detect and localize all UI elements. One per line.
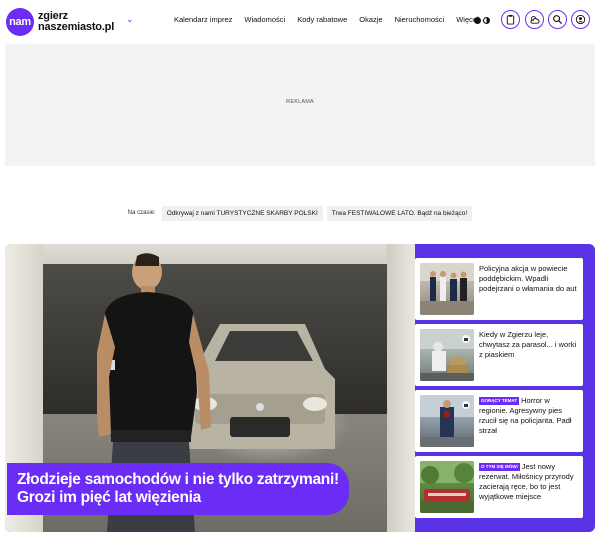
side-article-title: Policyjna akcja w powiecie poddębickim. …	[479, 264, 579, 294]
side-article-title: GORĄCY TEMAT Horror w regionie. Agresywny…	[479, 396, 579, 436]
side-article-card[interactable]: Policyjna akcja w powiecie poddębickim. …	[415, 258, 583, 320]
nav-item-wiadomosci[interactable]: Wiadomości	[244, 15, 285, 24]
side-articles: Policyjna akcja w powiecie poddębickim. …	[415, 258, 583, 518]
nav-item-nieruchomosci[interactable]: Nieruchomości	[395, 15, 445, 24]
logo-badge: nam	[6, 8, 34, 36]
featured-article-title-box[interactable]: Złodzieje samochodów i nie tylko zatrzym…	[7, 463, 349, 515]
ad-label: REKLAMA	[286, 99, 314, 105]
city-switch-chevron-icon[interactable]: ⌄	[126, 14, 134, 25]
trending-bar: Na czasie: Odkrywaj z nami TURYSTYCZNE S…	[0, 205, 600, 221]
nature-reserve-image	[420, 461, 474, 513]
clipboard-button[interactable]	[501, 10, 520, 29]
theme-toggle-icon[interactable]	[474, 13, 494, 27]
user-account-button[interactable]	[571, 10, 590, 29]
nav-item-kody[interactable]: Kody rabatowe	[297, 15, 347, 24]
side-article-title: Kiedy w Zgierzu leje, chwytasz za paraso…	[479, 330, 579, 360]
ad-slot: REKLAMA	[5, 44, 595, 166]
logo-text: zgierz naszemiasto.pl	[38, 11, 114, 33]
side-article-text: Kiedy w Zgierzu leje, chwytasz za paraso…	[479, 330, 577, 359]
side-article-thumbnail	[420, 395, 474, 447]
sandbags-image	[420, 329, 474, 381]
logo-domain: naszemiasto.pl	[38, 21, 115, 33]
nav-item-kalendarz[interactable]: Kalendarz imprez	[174, 15, 232, 24]
search-icon	[553, 15, 563, 25]
user-icon	[575, 14, 586, 25]
weather-icon	[530, 16, 540, 24]
search-button[interactable]	[548, 10, 567, 29]
trending-chip-festiwalowe[interactable]: Trwa FESTIWALOWE LATO. Bądź na bieżąco!	[326, 205, 473, 221]
trending-label: Na czasie:	[127, 210, 156, 216]
weather-button[interactable]	[525, 10, 544, 29]
site-header: nam zgierz naszemiasto.pl ⌄ Kalendarz im…	[0, 0, 600, 44]
side-article-card[interactable]: Kiedy w Zgierzu leje, chwytasz za paraso…	[415, 324, 583, 386]
side-article-text: Policyjna akcja w powiecie poddębickim. …	[479, 264, 577, 293]
side-article-thumbnail	[420, 461, 474, 513]
side-article-thumbnail	[420, 329, 474, 381]
hot-topic-badge: GORĄCY TEMAT	[479, 397, 520, 406]
side-article-card[interactable]: O TYM SIĘ MÓWI Jest nowy rezerwat. Miłośn…	[415, 456, 583, 518]
trending-chip-turystyczne[interactable]: Odkrywaj z nami TURYSTYCZNE SKARBY POLSK…	[161, 205, 323, 221]
garage-wall-right	[387, 244, 415, 532]
side-article-thumbnail	[420, 263, 474, 315]
featured-section: Złodzieje samochodów i nie tylko zatrzym…	[5, 244, 595, 532]
site-logo[interactable]: nam zgierz naszemiasto.pl	[6, 5, 114, 39]
trending-badge: O TYM SIĘ MÓWI	[479, 463, 520, 472]
nav-item-okazje[interactable]: Okazje	[359, 15, 382, 24]
side-article-card[interactable]: GORĄCY TEMAT Horror w regionie. Agresywny…	[415, 390, 583, 452]
clipboard-icon	[506, 14, 515, 25]
light-mode-dot	[483, 16, 490, 24]
featured-article-title: Złodzieje samochodów i nie tylko zatrzym…	[17, 471, 339, 506]
main-nav: Kalendarz imprez Wiadomości Kody rabatow…	[174, 15, 499, 24]
police-dog-image	[420, 395, 474, 447]
dark-mode-dot	[474, 16, 481, 24]
side-article-title: O TYM SIĘ MÓWI Jest nowy rezerwat. Miłośn…	[479, 462, 579, 502]
police-group-image	[420, 263, 474, 315]
